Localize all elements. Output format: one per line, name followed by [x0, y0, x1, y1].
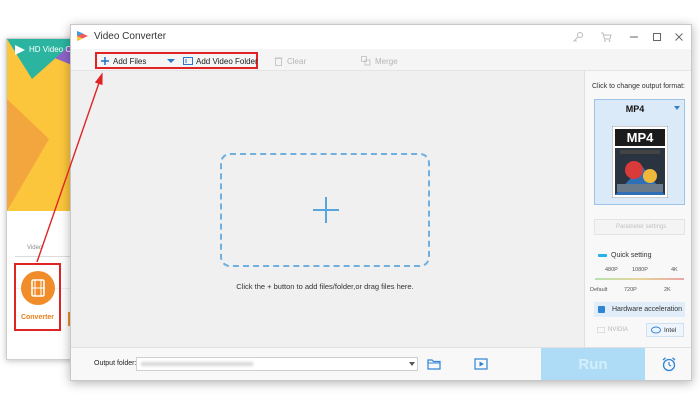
- intel-label: Intel: [664, 326, 677, 334]
- quality-label-480p: 480P: [605, 267, 618, 273]
- toolbar: Add Files Add Video Folder Clear Merge: [71, 49, 691, 71]
- intel-option[interactable]: Intel: [646, 323, 684, 337]
- converter-tool-tile[interactable]: Converter: [14, 263, 61, 331]
- alarm-clock-icon[interactable]: [661, 356, 677, 372]
- cart-icon[interactable]: [595, 27, 617, 47]
- chevron-down-icon: [167, 59, 175, 63]
- hardware-acceleration-label: Hardware acceleration: [612, 306, 683, 313]
- output-format-selector[interactable]: MP4 MP4: [594, 99, 685, 205]
- open-folder-icon[interactable]: [427, 357, 441, 371]
- quality-slider[interactable]: [595, 278, 684, 280]
- plus-icon: [101, 57, 109, 65]
- output-format-name: MP4: [625, 104, 645, 114]
- slider-indicator-icon: [598, 254, 607, 257]
- quality-label-720p: 720P: [624, 287, 637, 293]
- plus-icon-vertical: [325, 197, 327, 223]
- add-files-button[interactable]: Add Files: [100, 54, 146, 68]
- trash-icon: [274, 57, 283, 66]
- chevron-down-icon: [409, 362, 415, 366]
- merge-button[interactable]: Merge: [361, 54, 398, 68]
- add-video-folder-button[interactable]: Add Video Folder: [183, 54, 258, 68]
- quick-setting-header: Quick setting: [598, 252, 651, 259]
- gpu-options: NVIDIA Intel: [594, 323, 685, 337]
- quick-setting-label: Quick setting: [611, 252, 652, 259]
- add-files-label: Add Files: [113, 56, 147, 66]
- clear-button[interactable]: Clear: [274, 54, 306, 68]
- output-folder-select[interactable]: [136, 357, 418, 371]
- quality-label-4k: 4K: [671, 267, 678, 273]
- minimize-icon[interactable]: [623, 27, 645, 47]
- mp4-icon-text: MP4: [627, 130, 655, 145]
- bottom-bar: Output folder: Run: [71, 347, 691, 380]
- parameter-settings-label: Parameter settings: [616, 224, 667, 230]
- chevron-down-icon: [674, 106, 680, 110]
- hardware-acceleration-row: Hardware acceleration: [594, 302, 685, 317]
- maximize-icon[interactable]: [646, 27, 668, 47]
- add-video-folder-label: Add Video Folder: [196, 56, 258, 66]
- output-folder-path-blurred: [141, 362, 253, 366]
- intel-logo-icon: [651, 326, 661, 334]
- output-preview-icon[interactable]: [474, 357, 488, 371]
- change-format-hint: Click to change output format:: [592, 83, 685, 90]
- quality-label-1080p: 1080P: [632, 267, 648, 273]
- file-list-area[interactable]: Click the + button to add files/folder,o…: [71, 71, 584, 347]
- run-button[interactable]: Run: [541, 348, 645, 380]
- mp4-format-icon: MP4: [612, 126, 668, 198]
- clear-label: Clear: [287, 56, 307, 66]
- parameter-settings-button[interactable]: Parameter settings: [594, 219, 685, 235]
- add-files-dropdown[interactable]: [167, 54, 175, 68]
- quality-label-default: Default: [590, 287, 608, 293]
- hardware-acceleration-checkbox[interactable]: [598, 306, 605, 313]
- bg-video-section-label: Video: [27, 245, 43, 251]
- quality-label-2k: 2K: [664, 287, 671, 293]
- add-file-drop-zone[interactable]: [220, 153, 430, 267]
- output-folder-label: Output folder:: [94, 360, 137, 367]
- title-bar: Video Converter: [71, 25, 691, 49]
- add-buttons-highlight: Add Files Add Video Folder: [95, 52, 258, 69]
- drop-hint-text: Click the + button to add files/folder,o…: [236, 282, 414, 291]
- bg-app-logo-icon: [15, 45, 25, 55]
- nvidia-option[interactable]: NVIDIA: [597, 327, 628, 333]
- divider: [15, 256, 70, 257]
- merge-label: Merge: [375, 56, 398, 66]
- app-logo-icon: [77, 31, 88, 41]
- nvidia-label: NVIDIA: [608, 327, 629, 333]
- close-icon[interactable]: [668, 27, 690, 47]
- video-converter-window: Video Converter Add Files Add Video Fold…: [70, 24, 692, 381]
- folder-add-icon: [183, 57, 193, 65]
- converter-icon: [21, 271, 55, 305]
- merge-icon: [361, 56, 371, 66]
- nvidia-logo-icon: [597, 327, 605, 333]
- converter-label: Converter: [20, 314, 55, 321]
- key-icon[interactable]: [567, 27, 589, 47]
- output-settings-panel: Click to change output format: MP4 MP4 P…: [584, 71, 691, 347]
- window-title: Video Converter: [94, 31, 167, 42]
